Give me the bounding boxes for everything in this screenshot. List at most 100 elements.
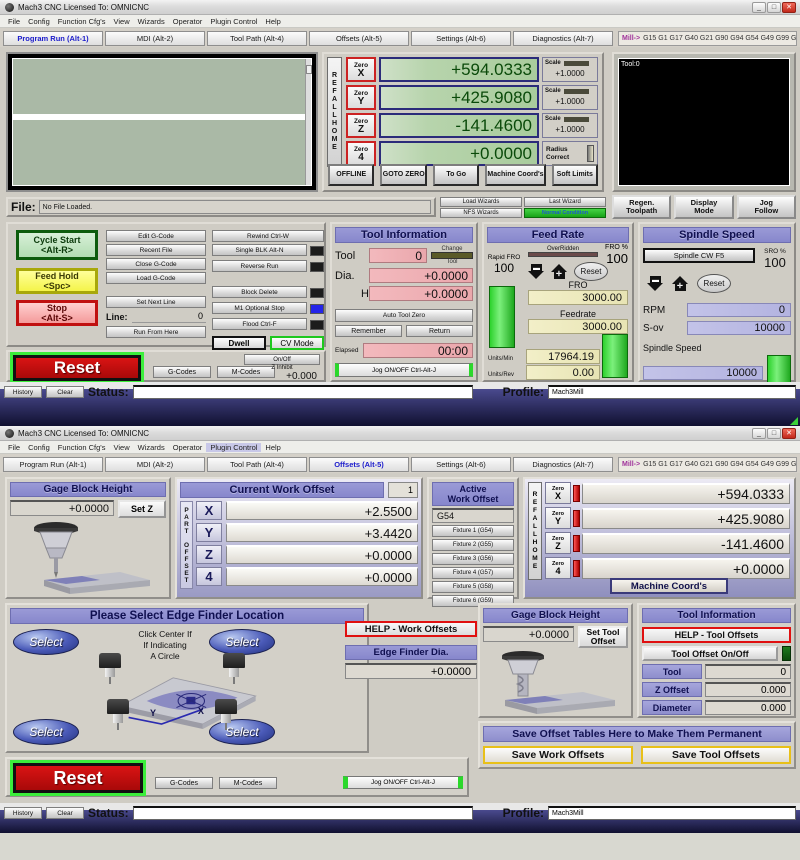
machine-dro-4-field[interactable]: +0.0000 (582, 557, 790, 579)
save-work-offsets-button[interactable]: Save Work Offsets (483, 746, 633, 764)
machine-zero-z-button[interactable]: Zero Z (545, 532, 571, 554)
fixture-5-button[interactable]: Fixture 5 (G58) (432, 581, 514, 593)
soft-limits-button[interactable]: Soft Limits (551, 164, 598, 186)
work-offset-4-field[interactable]: +0.0000 (226, 567, 418, 586)
menu-config-bottom[interactable]: Config (24, 443, 54, 452)
flood-button[interactable]: Flood Ctrl-F (212, 318, 307, 330)
single-blk-button[interactable]: Single BLK Alt-N (212, 244, 307, 256)
tab-settings-bottom[interactable]: Settings (Alt-6) (411, 457, 511, 472)
run-from-here-button[interactable]: Run From Here (106, 326, 206, 338)
scale-y[interactable]: Scale +1.0000 (542, 85, 598, 110)
diameter-label[interactable]: Diameter (642, 700, 702, 715)
work-offset-x-field[interactable]: +2.5500 (226, 501, 418, 520)
spindle-speed-field[interactable]: 10000 (643, 366, 763, 380)
machine-dro-y-field[interactable]: +425.9080 (582, 507, 790, 529)
menu-wizards[interactable]: Wizards (134, 17, 169, 26)
tab-program-run[interactable]: Program Run (Alt-1) (3, 31, 103, 46)
remember-button[interactable]: Remember (335, 325, 402, 337)
menu-help-bottom[interactable]: Help (261, 443, 284, 452)
tool-offset-onoff-button[interactable]: Tool Offset On/Off (642, 646, 778, 661)
set-tool-offset-button[interactable]: Set Tool Offset (578, 626, 628, 648)
sro-increase-icon[interactable]: ✛ (672, 276, 689, 291)
tab-mdi[interactable]: MDI (Alt-2) (105, 31, 205, 46)
menu-operator[interactable]: Operator (169, 17, 207, 26)
fro-decrease-icon[interactable]: ▬ (528, 264, 545, 279)
zero-y-button[interactable]: Zero Y (346, 85, 376, 110)
z-inhibit-onoff-button[interactable]: On/Off (244, 354, 320, 365)
stop-button[interactable]: Stop <Alt-S> (16, 300, 98, 326)
clear-button[interactable]: Clear (46, 386, 84, 398)
radius-correct-toggle[interactable]: Radius Correct (542, 141, 598, 166)
edit-gcode-button[interactable]: Edit G-Code (106, 230, 206, 242)
set-next-line-button[interactable]: Set Next Line (106, 296, 206, 308)
sro-decrease-icon[interactable]: ▬ (647, 276, 664, 291)
m1-optional-stop-button[interactable]: M1 Optional Stop (212, 302, 307, 314)
g-codes-button[interactable]: G-Codes (153, 366, 211, 378)
feed-hold-button[interactable]: Feed Hold <Spc> (16, 268, 98, 294)
menu-function-cfgs-bottom[interactable]: Function Cfg's (54, 443, 110, 452)
radius-correct-switch[interactable] (586, 145, 594, 162)
tool-number-field[interactable]: 0 (369, 248, 427, 263)
jog-onoff-button[interactable]: Jog ON/OFF Ctrl-Alt-J (335, 363, 473, 377)
tab-diagnostics-bottom[interactable]: Diagnostics (Alt-7) (513, 457, 613, 472)
gcode-listing-box[interactable] (6, 52, 318, 192)
fro-reset-button[interactable]: Reset (574, 262, 608, 281)
offline-button[interactable]: OFFLINE (328, 164, 375, 186)
close-button-bottom[interactable]: ✕ (782, 427, 796, 439)
minimize-button-bottom[interactable]: _ (752, 427, 766, 439)
file-name-field[interactable]: No File Loaded. (38, 200, 431, 214)
work-offset-axis-x[interactable]: X (196, 501, 222, 520)
tab-diagnostics[interactable]: Diagnostics (Alt-7) (513, 31, 613, 46)
tool-value-bottom[interactable]: 0 (705, 664, 791, 679)
menu-plugin-control-bottom[interactable]: Plugin Control (206, 442, 262, 452)
work-offset-axis-z[interactable]: Z (196, 545, 222, 564)
dro-4-value[interactable]: +0.0000 (379, 141, 539, 166)
history-button[interactable]: History (4, 386, 42, 398)
tab-tool-path-bottom[interactable]: Tool Path (Alt-4) (207, 457, 307, 472)
menu-wizards-bottom[interactable]: Wizards (134, 443, 169, 452)
minimize-button[interactable]: _ (752, 1, 766, 13)
nfs-wizards-button[interactable]: NFS Wizards (440, 208, 522, 218)
fixture-4-button[interactable]: Fixture 4 (G57) (432, 567, 514, 579)
edge-finder-dia-field[interactable]: +0.0000 (345, 663, 477, 679)
scale-x[interactable]: Scale +1.0000 (542, 57, 598, 82)
m-codes-button-bottom[interactable]: M-Codes (219, 777, 277, 789)
ref-all-home-button[interactable]: REF ALL HOME (327, 57, 342, 167)
tab-tool-path[interactable]: Tool Path (Alt-4) (207, 31, 307, 46)
close-gcode-button[interactable]: Close G-Code (106, 258, 206, 270)
gcode-scrollbar-thumb[interactable] (306, 65, 312, 74)
tool-gage-height-field[interactable]: +0.0000 (483, 626, 574, 642)
rapid-fro-slider[interactable] (489, 286, 515, 348)
work-offset-y-field[interactable]: +3.4420 (226, 523, 418, 542)
load-gcode-button[interactable]: Load G-Code (106, 272, 206, 284)
to-go-button[interactable]: To Go (432, 164, 480, 186)
tool-label-bottom[interactable]: Tool (642, 664, 702, 679)
dwell-button[interactable]: Dwell (212, 336, 266, 350)
maximize-button-bottom[interactable]: □ (767, 427, 781, 439)
machine-dro-z-field[interactable]: -141.4600 (582, 532, 790, 554)
machine-coords-button[interactable]: Machine Coord's (485, 164, 546, 186)
select-top-left-button[interactable]: Select (13, 629, 79, 655)
menu-view-bottom[interactable]: View (109, 443, 133, 452)
gage-block-height-field[interactable]: +0.0000 (10, 500, 114, 516)
resize-grip-icon[interactable] (790, 417, 798, 425)
machine-zero-4-button[interactable]: Zero 4 (545, 557, 571, 579)
machine-coords-button-bottom[interactable]: Machine Coord's (610, 578, 728, 594)
reset-button-bottom[interactable]: Reset (10, 760, 146, 796)
zero-z-button[interactable]: Zero Z (346, 113, 376, 138)
machine-zero-y-button[interactable]: Zero Y (545, 507, 571, 529)
work-offset-axis-4[interactable]: 4 (196, 567, 222, 586)
work-offset-z-field[interactable]: +0.0000 (226, 545, 418, 564)
z-offset-label[interactable]: Z Offset (642, 682, 702, 697)
select-top-right-button[interactable]: Select (209, 629, 275, 655)
menu-help[interactable]: Help (261, 17, 284, 26)
feedrate-field[interactable]: 3000.00 (528, 319, 628, 334)
ref-all-home-button-bottom[interactable]: REFALLHOME (528, 482, 542, 580)
tool-dia-field[interactable]: +0.0000 (369, 268, 473, 283)
tab-program-run-bottom[interactable]: Program Run (Alt-1) (3, 457, 103, 472)
cycle-start-button[interactable]: Cycle Start <Alt-R> (16, 230, 98, 260)
recent-file-button[interactable]: Recent File (106, 244, 206, 256)
menu-plugin-control[interactable]: Plugin Control (206, 17, 261, 26)
sro-reset-button[interactable]: Reset (697, 274, 731, 293)
spindle-cw-button[interactable]: Spindle CW F5 (643, 248, 755, 263)
